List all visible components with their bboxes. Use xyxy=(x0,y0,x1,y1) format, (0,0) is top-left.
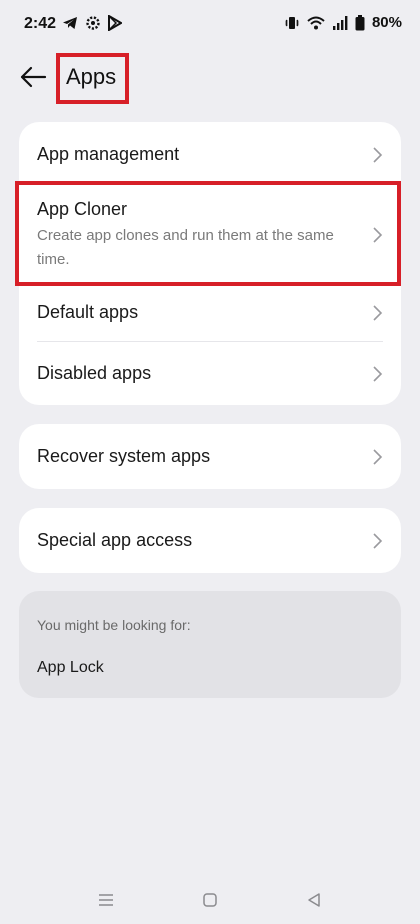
disabled-apps-item[interactable]: Disabled apps xyxy=(19,342,401,405)
wifi-icon xyxy=(307,16,325,29)
settings-gear-icon xyxy=(86,16,100,30)
chevron-right-icon xyxy=(373,227,383,243)
suggestions-card: You might be looking for: App Lock xyxy=(19,591,401,698)
arrow-left-icon xyxy=(20,66,47,88)
page-title: Apps xyxy=(66,64,117,89)
chevron-right-icon xyxy=(373,366,383,382)
chevron-right-icon xyxy=(373,305,383,321)
recents-button[interactable] xyxy=(94,888,118,912)
battery-icon xyxy=(355,14,365,30)
back-button[interactable] xyxy=(16,63,50,91)
app-cloner-item[interactable]: App Cloner Create app clones and run the… xyxy=(19,185,401,285)
app-cloner-description: Create app clones and run them at the sa… xyxy=(37,227,334,268)
battery-percent: 80% xyxy=(371,14,402,31)
default-apps-label: Default apps xyxy=(37,302,139,322)
chevron-right-icon xyxy=(373,147,383,163)
telegram-icon xyxy=(63,17,77,29)
app-cloner-label: App Cloner xyxy=(37,199,128,219)
disabled-apps-label: Disabled apps xyxy=(37,363,152,383)
app-bar: Apps xyxy=(0,50,420,110)
special-app-access-item[interactable]: Special app access xyxy=(19,508,401,573)
app-management-label: App management xyxy=(37,144,180,164)
suggestion-app-lock[interactable]: App Lock xyxy=(37,659,104,677)
special-app-access-label: Special app access xyxy=(37,530,193,550)
signal-icon xyxy=(332,15,348,30)
play-store-icon xyxy=(108,15,122,31)
menu-icon xyxy=(99,894,113,906)
default-apps-item[interactable]: Default apps xyxy=(19,282,401,342)
recover-system-apps-item[interactable]: Recover system apps xyxy=(19,424,401,489)
recover-group: Recover system apps xyxy=(19,424,401,489)
back-triangle-icon xyxy=(308,893,320,907)
vibrate-icon xyxy=(285,16,299,29)
system-back-button[interactable] xyxy=(302,888,326,912)
app-management-item[interactable]: App management xyxy=(19,122,401,185)
home-icon xyxy=(203,893,217,907)
home-button[interactable] xyxy=(198,888,222,912)
recover-system-apps-label: Recover system apps xyxy=(37,446,211,466)
suggestions-label: You might be looking for: xyxy=(37,617,191,633)
chevron-right-icon xyxy=(373,449,383,465)
chevron-right-icon xyxy=(373,533,383,549)
special-access-group: Special app access xyxy=(19,508,401,573)
navigation-bar xyxy=(0,876,420,924)
apps-settings-group: App management App Cloner Create app clo… xyxy=(19,122,401,405)
status-time: 2:42 xyxy=(24,15,57,32)
status-bar: 2:42 80% xyxy=(0,0,420,50)
